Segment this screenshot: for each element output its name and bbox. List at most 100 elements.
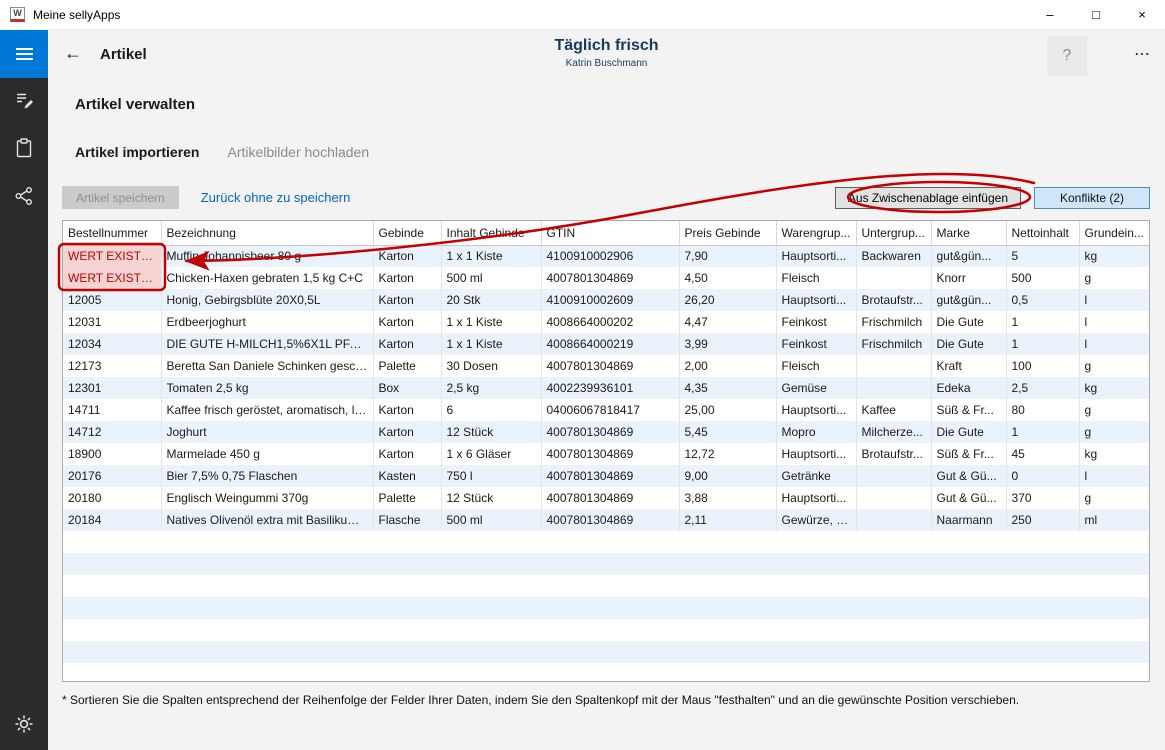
table-cell[interactable]: Fleisch [776,355,856,377]
table-cell[interactable]: Gemüse [776,377,856,399]
table-cell[interactable]: 2,5 kg [441,377,541,399]
table-cell[interactable]: Milcherze... [856,421,931,443]
table-cell[interactable]: Karton [373,399,441,421]
table-cell[interactable]: Die Gute [931,421,1006,443]
close-button[interactable]: × [1119,0,1165,30]
table-cell[interactable]: 4100910002906 [541,245,679,267]
table-cell[interactable]: 18900 [63,443,161,465]
table-cell[interactable]: Süß & Fr... [931,443,1006,465]
table-cell[interactable]: Karton [373,289,441,311]
table-cell[interactable]: 500 ml [441,509,541,531]
table-cell[interactable]: 1 x 1 Kiste [441,333,541,355]
table-row[interactable]: 12301Tomaten 2,5 kgBox2,5 kg400223993610… [63,377,1149,399]
table-cell[interactable]: 4007801304869 [541,443,679,465]
minimize-button[interactable]: – [1027,0,1073,30]
column-header-gebinde[interactable]: Gebinde [373,221,441,245]
table-cell[interactable]: Tomaten 2,5 kg [161,377,373,399]
table-cell[interactable]: 25,00 [679,399,776,421]
column-header-untergruppe[interactable]: Untergrup... [856,221,931,245]
table-cell[interactable]: 12 Stück [441,421,541,443]
table-cell[interactable]: 4007801304869 [541,355,679,377]
table-cell[interactable]: 4007801304869 [541,465,679,487]
column-header-inhalt-gebinde[interactable]: Inhalt Gebinde [441,221,541,245]
table-cell[interactable]: g [1079,355,1149,377]
table-cell[interactable]: Edeka [931,377,1006,399]
table-cell[interactable]: l [1079,289,1149,311]
table-cell[interactable]: 4,50 [679,267,776,289]
column-header-bestellnummer[interactable]: Bestellnummer [63,221,161,245]
back-button[interactable]: ← [64,43,82,64]
table-cell[interactable]: 12 Stück [441,487,541,509]
table-cell[interactable]: gut&gün... [931,289,1006,311]
table-cell[interactable]: Hauptsorti... [776,399,856,421]
table-cell[interactable]: 12173 [63,355,161,377]
table-cell[interactable]: 1 x 6 Gläser [441,443,541,465]
table-cell[interactable]: Palette [373,487,441,509]
table-cell[interactable]: 1 [1006,333,1079,355]
table-cell[interactable]: 14711 [63,399,161,421]
table-cell[interactable]: 4007801304869 [541,267,679,289]
table-row[interactable]: 14712JoghurtKarton12 Stück40078013048695… [63,421,1149,443]
column-header-gtin[interactable]: GTIN [541,221,679,245]
table-cell[interactable]: WERT EXISTIE... [63,267,161,289]
table-cell[interactable]: 370 [1006,487,1079,509]
table-cell[interactable]: 1 [1006,311,1079,333]
table-cell[interactable]: Kraft [931,355,1006,377]
table-cell[interactable]: Naarmann [931,509,1006,531]
sidebar-item-edit[interactable] [0,78,48,126]
table-cell[interactable]: Kaffee [856,399,931,421]
back-without-saving-link[interactable]: Zurück ohne zu speichern [201,190,351,205]
table-cell[interactable]: 20184 [63,509,161,531]
table-cell[interactable] [856,487,931,509]
table-cell[interactable]: 7,90 [679,245,776,267]
table-cell[interactable]: 9,00 [679,465,776,487]
table-cell[interactable]: Hauptsorti... [776,289,856,311]
table-cell[interactable]: 30 Dosen [441,355,541,377]
table-cell[interactable]: Beretta San Daniele Schinken geschni... [161,355,373,377]
column-header-preis-gebinde[interactable]: Preis Gebinde [679,221,776,245]
table-cell[interactable]: 5,45 [679,421,776,443]
table-cell[interactable]: 0 [1006,465,1079,487]
table-cell[interactable]: g [1079,421,1149,443]
column-header-grundeinheit[interactable]: Grundein... [1079,221,1149,245]
table-cell[interactable]: 1 x 1 Kiste [441,311,541,333]
column-header-warengruppe[interactable]: Warengrup... [776,221,856,245]
table-cell[interactable]: Kasten [373,465,441,487]
table-cell[interactable]: gut&gün... [931,245,1006,267]
table-cell[interactable]: 04006067818417 [541,399,679,421]
table-cell[interactable]: Joghurt [161,421,373,443]
table-cell[interactable]: Süß & Fr... [931,399,1006,421]
menu-button[interactable] [0,30,48,78]
table-cell[interactable]: 4002239936101 [541,377,679,399]
table-cell[interactable]: Karton [373,421,441,443]
table-cell[interactable]: kg [1079,443,1149,465]
table-cell[interactable]: Feinkost [776,311,856,333]
table-cell[interactable]: DIE GUTE H-MILCH1,5%6X1L PFAND [161,333,373,355]
table-cell[interactable]: Feinkost [776,333,856,355]
table-cell[interactable]: kg [1079,245,1149,267]
table-row[interactable]: 12031ErdbeerjoghurtKarton1 x 1 Kiste4008… [63,311,1149,333]
table-cell[interactable]: 12034 [63,333,161,355]
conflicts-button[interactable]: Konflikte (2) [1034,187,1150,209]
table-cell[interactable] [856,465,931,487]
table-cell[interactable] [856,509,931,531]
table-cell[interactable]: Brotaufstr... [856,443,931,465]
table-cell[interactable]: 4007801304869 [541,421,679,443]
table-cell[interactable]: Frischmilch [856,333,931,355]
table-cell[interactable]: Karton [373,245,441,267]
table-cell[interactable]: 20176 [63,465,161,487]
table-cell[interactable]: ml [1079,509,1149,531]
table-cell[interactable]: Chicken-Haxen gebraten 1,5 kg C+C [161,267,373,289]
table-cell[interactable]: Gewürze, S... [776,509,856,531]
table-cell[interactable]: Karton [373,333,441,355]
table-cell[interactable]: 0,5 [1006,289,1079,311]
table-cell[interactable]: 500 ml [441,267,541,289]
table-cell[interactable]: 26,20 [679,289,776,311]
tab-artikel-importieren[interactable]: Artikel importieren [75,144,199,160]
maximize-button[interactable]: □ [1073,0,1119,30]
table-cell[interactable]: 14712 [63,421,161,443]
table-cell[interactable]: Hauptsorti... [776,487,856,509]
table-cell[interactable]: 3,99 [679,333,776,355]
table-cell[interactable]: 2,11 [679,509,776,531]
table-cell[interactable]: Mopro [776,421,856,443]
